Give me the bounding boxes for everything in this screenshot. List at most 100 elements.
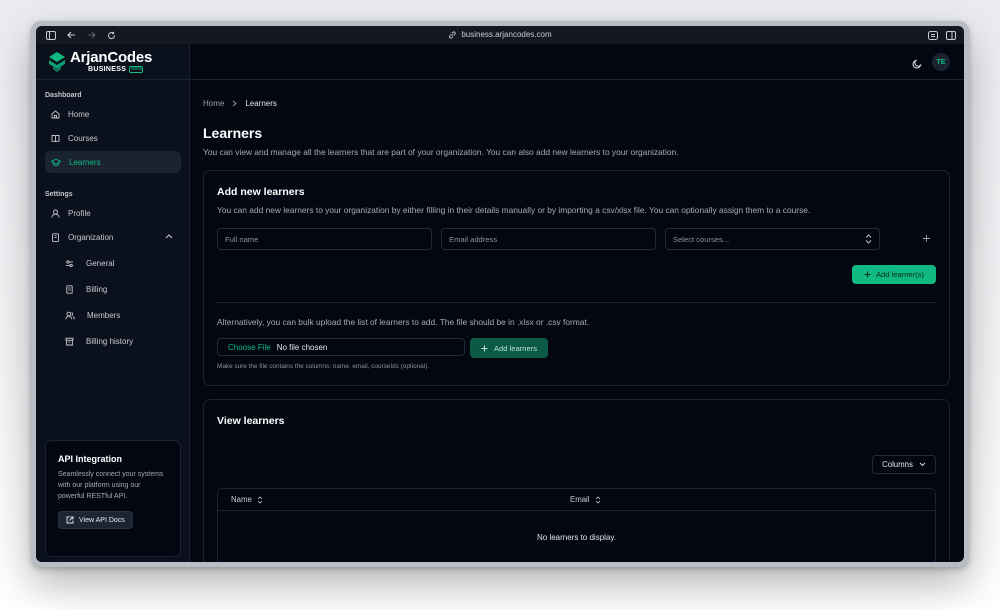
select-courses-dropdown[interactable]: Select courses... [665, 228, 880, 250]
breadcrumb-home[interactable]: Home [203, 99, 224, 108]
sidebar-item-label: Courses [68, 133, 98, 143]
split-view-icon[interactable] [946, 30, 956, 40]
url-text: business.arjancodes.com [461, 30, 552, 39]
sidebar-item-label: Profile [68, 208, 91, 218]
sidebar-item-learners[interactable]: Learners [45, 151, 181, 173]
chevron-down-icon [919, 462, 926, 467]
sidebar-item-general[interactable]: General [45, 252, 181, 274]
chevrons-up-down-icon [865, 234, 872, 244]
view-api-docs-label: View API Docs [79, 516, 125, 524]
file-columns-hint: Make sure the file contains the columns:… [217, 363, 430, 370]
table-header: Name Email [218, 489, 935, 511]
add-learners-button[interactable]: Add learner(s) [852, 265, 936, 284]
brand-sub: BUSINESS [88, 66, 127, 73]
add-row-plus-icon[interactable] [922, 234, 931, 243]
sidebar-item-label: Billing [86, 284, 108, 294]
receipt-icon [66, 284, 73, 294]
bulk-add-label: Add learners [493, 343, 538, 353]
graduation-cap-icon [51, 157, 61, 166]
add-learners-card: Add new learners You can add new learner… [203, 170, 950, 386]
breadcrumb: Home Learners [203, 99, 277, 108]
reload-icon[interactable] [104, 28, 118, 42]
full-name-placeholder: Full name [225, 234, 259, 244]
sidebar-item-label: Home [68, 109, 90, 119]
add-learners-description: You can add new learners to your organiz… [217, 205, 811, 215]
sidebar-item-members[interactable]: Members [45, 304, 181, 326]
view-api-docs-button[interactable]: View API Docs [58, 511, 133, 530]
link-icon [449, 31, 456, 38]
plus-icon [481, 345, 488, 351]
sidebar-item-label: Learners [69, 157, 101, 167]
forward-arrow-icon[interactable] [84, 28, 98, 42]
sidebar-item-profile[interactable]: Profile [45, 202, 181, 224]
browser-window: business.arjancodes.com ArjanCodes BUSIN… [31, 21, 969, 567]
column-header-label: Name [231, 495, 252, 504]
sidebar-item-home[interactable]: Home [45, 103, 181, 125]
file-status: No file chosen [276, 342, 328, 352]
brand-name: ArjanCodes [70, 49, 153, 66]
sort-icon [595, 495, 600, 504]
browser-toolbar: business.arjancodes.com [36, 26, 964, 44]
column-header-label: Email [570, 495, 590, 504]
api-card-title: API Integration [58, 454, 123, 464]
sliders-icon [66, 259, 73, 267]
building-icon [52, 232, 59, 242]
column-header-email[interactable]: Email [570, 495, 601, 504]
browser-screen: business.arjancodes.com ArjanCodes BUSIN… [36, 26, 964, 562]
add-learners-title: Add new learners [217, 186, 305, 198]
user-icon [51, 209, 60, 218]
section-title-dashboard: Dashboard [45, 92, 82, 99]
add-learners-label: Add learner(s) [875, 270, 925, 279]
sidebar-toggle-icon[interactable] [44, 28, 58, 42]
email-placeholder: Email address [449, 234, 498, 244]
chevron-up-icon[interactable] [165, 233, 173, 239]
full-name-input[interactable]: Full name [217, 228, 432, 250]
section-title-settings: Settings [45, 191, 73, 198]
sidebar-item-billing-history[interactable]: Billing history [45, 330, 181, 352]
email-address-input[interactable]: Email address [441, 228, 656, 250]
columns-label: Columns [882, 460, 913, 469]
chevron-right-icon [233, 100, 238, 107]
sidebar-item-label: General [86, 258, 115, 268]
sidebar-item-courses[interactable]: Courses [45, 127, 181, 149]
users-icon [65, 311, 75, 319]
empty-state-message: No learners to display. [537, 533, 616, 542]
external-link-icon [66, 516, 74, 524]
sidebar: ArjanCodes BUSINESS Beta Dashboard Home … [36, 44, 190, 562]
brand-logo[interactable]: ArjanCodes BUSINESS Beta [36, 44, 189, 80]
courses-placeholder: Select courses... [673, 234, 730, 244]
beta-badge: Beta [129, 66, 144, 73]
sort-icon [257, 495, 263, 504]
top-bar: TE [190, 44, 964, 80]
back-arrow-icon[interactable] [64, 28, 78, 42]
address-bar[interactable]: business.arjancodes.com [448, 30, 552, 39]
column-header-name[interactable]: Name [231, 495, 263, 504]
view-learners-card: View learners Columns Name Email No lear… [203, 399, 950, 562]
bulk-upload-description: Alternatively, you can bulk upload the l… [217, 317, 590, 327]
bulk-add-learners-button[interactable]: Add learners [470, 338, 548, 358]
page-description: You can view and manage all the learners… [203, 147, 679, 157]
sidebar-item-label: Billing history [86, 336, 134, 346]
sidebar-item-label: Organization [68, 232, 114, 242]
main-content: Home Learners Learners You can view and … [190, 80, 964, 562]
sidebar-item-organization[interactable]: Organization [45, 226, 181, 248]
breadcrumb-current: Learners [245, 99, 277, 108]
book-icon [51, 134, 60, 142]
plus-icon [864, 271, 871, 278]
archive-icon [65, 337, 74, 345]
file-upload-input[interactable]: Choose File No file chosen [217, 338, 465, 356]
arjancodes-logo-icon [49, 51, 65, 72]
sidebar-item-label: Members [87, 310, 121, 320]
api-card-desc: Seamlessly connect your systems with our… [58, 471, 164, 500]
sidebar-item-billing[interactable]: Billing [45, 278, 181, 300]
columns-button[interactable]: Columns [872, 455, 936, 474]
divider [217, 302, 936, 303]
home-icon [51, 109, 60, 118]
avatar[interactable]: TE [932, 53, 950, 71]
view-learners-title: View learners [217, 415, 285, 427]
api-integration-card: API Integration Seamlessly connect your … [45, 440, 181, 557]
moon-icon[interactable] [912, 56, 922, 74]
learners-table: Name Email No learners to display. [217, 488, 936, 562]
choose-file-button[interactable]: Choose File [228, 343, 271, 352]
reader-icon[interactable] [928, 30, 938, 40]
